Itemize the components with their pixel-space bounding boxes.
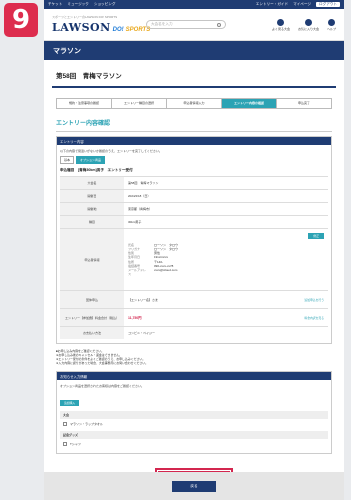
- topbar-link-ticket[interactable]: チケット: [48, 2, 62, 7]
- top-bar: チケット ミュージック ショッピング エントリー・ガイド マイページ ログアウト: [44, 0, 344, 9]
- site-header: スポーツとエントリーのLAWSON DO! SPORTS LAWSON DO! …: [44, 9, 344, 41]
- entry-details-note: 以下の内容で間違いがないか確認のうえ、エントリーを完了してください。: [60, 149, 162, 153]
- header-ranking-label: よく見る大会: [271, 26, 290, 31]
- row-value: 30km男子: [128, 220, 142, 224]
- option-item-label: Tシャツ: [70, 442, 81, 446]
- event-name: 申込種目 [青梅30km]男子 エントリー受付: [60, 168, 133, 172]
- row-value: 2024/2/18（日）: [128, 194, 151, 198]
- checkbox-icon[interactable]: [63, 442, 67, 446]
- logo-sports: SPORTS: [125, 27, 151, 33]
- option-group-title: 大会: [60, 411, 328, 419]
- header-favorite[interactable]: お気に入り大会: [297, 18, 319, 31]
- row-label: 開催日: [60, 190, 124, 202]
- topbar-link-guide[interactable]: エントリー・ガイド: [256, 2, 288, 7]
- step-terms: 規約・注意事項の確認: [57, 99, 112, 108]
- add-purchase-button[interactable]: 追加購入: [60, 400, 80, 406]
- table-row: エントリー【参加費】料金合計（税込） 11,750円 料金内訳を見る: [60, 308, 328, 326]
- personal-info: 修正 氏名 ローソン タロウ フリガナ ローソン タロウ 性別 男性 生年月日 19xx…: [124, 229, 328, 290]
- fee-total: 11,750円: [128, 316, 142, 320]
- logo-do: DO!: [112, 27, 124, 33]
- topbar-link-shopping[interactable]: ショッピング: [94, 2, 116, 7]
- table-row: 大会名 第58回 青梅マラソン: [60, 176, 328, 189]
- section-divider: [56, 131, 332, 132]
- back-button[interactable]: 戻る: [172, 480, 216, 492]
- topbar-link-music[interactable]: ミュージック: [67, 2, 89, 7]
- ranking-icon: [277, 18, 285, 26]
- step-confirm: エントリー内容の確認: [222, 99, 277, 108]
- row-value: 東京都（青梅市）: [128, 207, 153, 211]
- step-select-event: エントリー種目の選択: [112, 99, 167, 108]
- note-line: ※入力内容に誤りがあった場合、大会事務局にお問い合わせください。: [56, 361, 149, 365]
- option-item-label: マラソン・ラップタオル: [70, 422, 104, 426]
- table-row: 団体申込 【エントリー名】さま 追加申込を行う: [60, 290, 328, 308]
- footer-bar: 戻る: [44, 472, 344, 500]
- progress-steps: 規約・注意事項の確認 エントリー種目の選択 申込者情報入力 エントリー内容の確認…: [56, 98, 332, 109]
- table-row: 種目 30km男子: [60, 215, 328, 228]
- row-label: 申込者情報: [60, 229, 124, 290]
- row-label: エントリー【参加費】料金合計（税込）: [60, 309, 124, 326]
- personal-value: xxxx@icloud.com: [154, 267, 178, 272]
- logo[interactable]: スポーツとエントリーのLAWSON DO! SPORTS LAWSON DO! …: [52, 15, 150, 34]
- entry-details-head: エントリー内容: [57, 137, 331, 145]
- edit-button[interactable]: 修正: [308, 233, 324, 239]
- row-label: 大会名: [60, 177, 124, 189]
- row-label: 種目: [60, 216, 124, 228]
- entry-details-box: エントリー内容 以下の内容で間違いがないか確認のうえ、エントリーを完了してくださ…: [56, 136, 332, 344]
- fee-detail-link[interactable]: 料金内訳を見る: [304, 316, 324, 320]
- header-help-label: ヘルプ: [326, 26, 336, 31]
- tab-options[interactable]: オプション商品: [76, 156, 106, 164]
- notes-block: ■お申し込み内容をご確認ください。 ※お申し込み後のキャンセル・返金はできません…: [56, 349, 332, 365]
- row-label: 開催地: [60, 203, 124, 215]
- option-group-title: 記念グッズ: [60, 431, 328, 439]
- option-note: オプション商品を選択されたお客様は内容をご確認ください。: [60, 384, 145, 388]
- personal-key: メールアドレス: [128, 267, 147, 277]
- section-title: エントリー内容確認: [56, 121, 111, 127]
- row-label: 団体申込: [60, 291, 124, 308]
- option-item[interactable]: Tシャツ: [60, 439, 328, 449]
- search-input[interactable]: 大会名を入力: [146, 20, 226, 29]
- page-title: 第58回 青梅マラソン: [52, 60, 336, 88]
- header-help[interactable]: ヘルプ: [326, 18, 336, 31]
- step-applicant-info: 申込者情報入力: [167, 99, 222, 108]
- row-value: 11,750円 料金内訳を見る: [124, 309, 328, 326]
- search-icon[interactable]: [217, 22, 221, 27]
- option-head: お知らせ入力情報: [57, 372, 331, 380]
- page: チケット ミュージック ショッピング エントリー・ガイド マイページ ログアウト…: [44, 0, 344, 500]
- option-item[interactable]: マラソン・ラップタオル: [60, 419, 328, 429]
- tab-basic[interactable]: 基本: [60, 156, 75, 164]
- table-row: お支払い方法 コンビニ・ペイジー: [60, 326, 328, 339]
- row-value: 第58回 青梅マラソン: [128, 181, 159, 185]
- topbar-link-mypage[interactable]: マイページ: [293, 2, 311, 7]
- checkbox-icon[interactable]: [63, 422, 67, 426]
- step-number-badge: 9: [4, 3, 38, 37]
- table-row: 開催地 東京都（青梅市）: [60, 202, 328, 215]
- favorite-icon: [304, 18, 312, 26]
- row-value: 【エントリー名】さま 追加申込を行う: [124, 291, 328, 308]
- table-row-personal: 申込者情報 修正 氏名 ローソン タロウ フリガナ ローソン タロウ 性別 男性 生年…: [60, 228, 328, 290]
- help-icon: [327, 18, 335, 26]
- row-value: コンビニ・ペイジー: [128, 331, 156, 335]
- team-value: 【エントリー名】さま: [128, 297, 159, 302]
- search-placeholder: 大会名を入力: [151, 22, 173, 26]
- option-box: お知らせ入力情報 オプション商品を選択されたお客様は内容をご確認ください。 追加…: [56, 371, 332, 454]
- header-ranking[interactable]: よく見る大会: [271, 18, 290, 31]
- step-complete: 申込完了: [297, 100, 310, 105]
- team-add-link[interactable]: 追加申込を行う: [304, 298, 324, 302]
- logo-tagline: スポーツとエントリーのLAWSON DO! SPORTS: [52, 15, 118, 19]
- category-banner: マラソン: [44, 41, 344, 60]
- header-favorite-label: お気に入り大会: [297, 26, 319, 31]
- logo-lawson: LAWSON: [52, 21, 111, 34]
- logout-button[interactable]: ログアウト: [316, 2, 340, 7]
- table-row: 開催日 2024/2/18（日）: [60, 189, 328, 202]
- row-label: お支払い方法: [60, 327, 124, 339]
